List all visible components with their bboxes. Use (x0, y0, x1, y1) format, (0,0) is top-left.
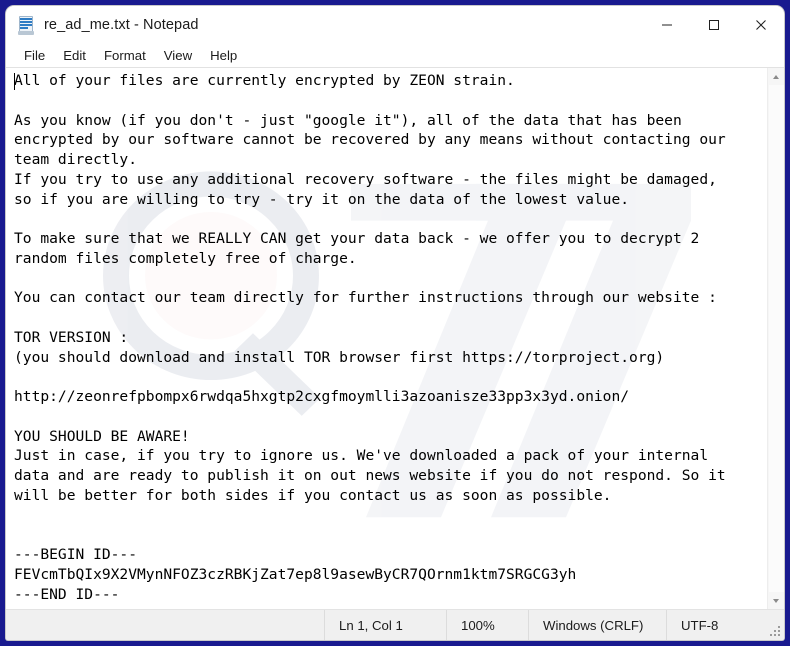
close-icon (755, 20, 766, 30)
resize-grip[interactable] (769, 625, 781, 637)
text-caret (14, 73, 15, 90)
window-controls (643, 6, 784, 44)
status-encoding[interactable]: UTF-8 (666, 610, 784, 640)
title-bar-left: re_ad_me.txt - Notepad (6, 15, 199, 35)
scroll-up-arrow[interactable] (768, 68, 785, 85)
minimize-icon (661, 24, 672, 26)
notepad-icon (18, 15, 35, 35)
maximize-icon (708, 20, 719, 30)
editor-area: All of your files are currently encrypte… (6, 68, 784, 609)
text-editor[interactable]: All of your files are currently encrypte… (6, 68, 767, 609)
status-spacer (6, 610, 324, 640)
close-button[interactable] (737, 6, 784, 44)
vertical-scrollbar[interactable] (767, 68, 784, 609)
minimize-button[interactable] (643, 6, 690, 44)
notepad-window: re_ad_me.txt - Notepad File Edit Format … (6, 6, 784, 640)
menu-view[interactable]: View (155, 46, 201, 66)
menu-edit[interactable]: Edit (54, 46, 95, 66)
menu-file[interactable]: File (15, 46, 54, 66)
status-line-ending[interactable]: Windows (CRLF) (528, 610, 666, 640)
title-bar[interactable]: re_ad_me.txt - Notepad (6, 6, 784, 44)
window-title: re_ad_me.txt - Notepad (44, 17, 199, 33)
menu-bar: File Edit Format View Help (6, 44, 784, 68)
status-bar: Ln 1, Col 1 100% Windows (CRLF) UTF-8 (6, 609, 784, 640)
scrollbar-thumb[interactable] (769, 85, 784, 592)
scroll-down-arrow[interactable] (768, 592, 785, 609)
note-text[interactable]: All of your files are currently encrypte… (6, 68, 767, 609)
status-line-column[interactable]: Ln 1, Col 1 (324, 610, 446, 640)
maximize-button[interactable] (690, 6, 737, 44)
desktop-background: re_ad_me.txt - Notepad File Edit Format … (0, 0, 790, 646)
menu-format[interactable]: Format (95, 46, 155, 66)
menu-help[interactable]: Help (201, 46, 246, 66)
status-zoom-level[interactable]: 100% (446, 610, 528, 640)
